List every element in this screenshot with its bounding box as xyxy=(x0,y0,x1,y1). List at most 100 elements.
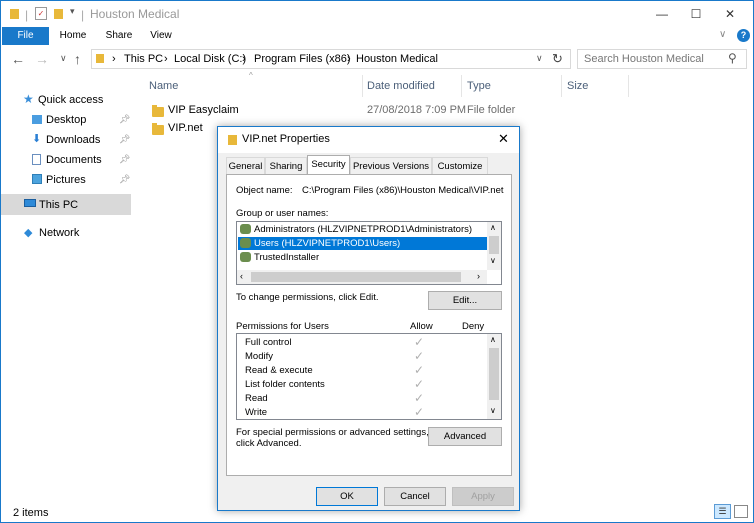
sidebar-item-network[interactable]: ◆ Network xyxy=(1,223,131,243)
tab-home[interactable]: Home xyxy=(53,27,93,45)
scroll-left-icon[interactable]: ‹ xyxy=(240,271,243,281)
permission-name: Write xyxy=(245,407,267,418)
ok-button[interactable]: OK xyxy=(316,487,378,506)
tab-customize[interactable]: Customize xyxy=(432,157,488,175)
column-name[interactable]: Name xyxy=(149,80,178,92)
tab-view[interactable]: View xyxy=(143,27,179,45)
details-view-icon[interactable]: ☰ xyxy=(714,504,731,519)
tab-sharing[interactable]: Sharing xyxy=(265,157,307,175)
quick-access-dropdown-icon[interactable]: ▾ xyxy=(70,6,75,17)
column-divider[interactable] xyxy=(628,75,629,97)
column-date-modified[interactable]: Date modified xyxy=(367,80,435,92)
scroll-thumb[interactable] xyxy=(489,348,499,400)
dialog-close-button[interactable]: ✕ xyxy=(498,131,509,147)
column-divider[interactable] xyxy=(461,75,462,97)
new-folder-icon[interactable] xyxy=(54,9,63,19)
folder-icon xyxy=(228,135,237,145)
column-divider[interactable] xyxy=(362,75,363,97)
crumb-separator[interactable]: › xyxy=(347,53,351,65)
crumb-local-disk[interactable]: Local Disk (C:) xyxy=(174,53,246,65)
properties-dialog: VIP.net Properties ✕ General Sharing Sec… xyxy=(217,126,520,511)
list-item[interactable]: VIP Easyclaim 27/08/2018 7:09 PM File fo… xyxy=(149,102,649,120)
list-horizontal-scrollbar[interactable]: ‹ › xyxy=(237,270,487,284)
tab-previous-versions[interactable]: Previous Versions xyxy=(350,157,432,175)
permissions-scrollbar[interactable]: ∧ ∨ xyxy=(487,334,501,419)
up-icon[interactable]: ↑ xyxy=(74,51,81,67)
separator: | xyxy=(25,8,29,22)
list-vertical-scrollbar[interactable]: ∧ ∨ xyxy=(487,222,501,270)
recent-locations-icon[interactable]: ∨ xyxy=(60,53,67,64)
scroll-up-icon[interactable]: ∧ xyxy=(490,335,496,344)
large-icons-view-icon[interactable] xyxy=(734,505,748,518)
allow-check-icon: ✓ xyxy=(414,377,425,391)
sidebar-item-downloads[interactable]: ⬇ Downloads 📌︎ xyxy=(1,130,131,150)
crumb-separator[interactable]: › xyxy=(242,53,246,65)
help-icon[interactable]: ? xyxy=(737,29,750,42)
crumb-separator[interactable]: › xyxy=(164,53,168,65)
tab-general[interactable]: General xyxy=(226,157,265,175)
group-user-list[interactable]: Administrators (HLZVIPNETPROD1\Administr… xyxy=(236,221,502,285)
pin-icon: 📌︎ xyxy=(119,174,131,184)
special-permissions-text: For special permissions or advanced sett… xyxy=(236,427,429,438)
close-button[interactable]: ✕ xyxy=(707,1,753,27)
expand-ribbon-icon[interactable]: ∨ xyxy=(719,29,726,40)
sidebar-item-quick-access[interactable]: ★ Quick access xyxy=(1,90,131,110)
properties-icon[interactable]: ✓ xyxy=(35,7,47,20)
column-type[interactable]: Type xyxy=(467,80,491,92)
users-icon xyxy=(240,252,251,262)
forward-icon[interactable]: → xyxy=(35,51,49,67)
edit-button[interactable]: Edit... xyxy=(428,291,502,310)
sidebar-item-label: Desktop xyxy=(46,114,87,126)
list-item[interactable]: TrustedInstaller xyxy=(238,251,487,264)
title-bar: | ✓ ▾ | Houston Medical — ☐ ✕ xyxy=(1,1,753,27)
column-size[interactable]: Size xyxy=(567,80,588,92)
permissions-header: Permissions for Users xyxy=(236,321,329,332)
sidebar-item-desktop[interactable]: Desktop 📌︎ xyxy=(1,110,131,130)
scroll-thumb[interactable] xyxy=(489,236,499,254)
permission-name: Full control xyxy=(245,337,292,348)
tab-security[interactable]: Security xyxy=(307,155,350,176)
pin-icon: 📌︎ xyxy=(119,114,131,124)
sidebar-item-label: Quick access xyxy=(38,94,104,106)
crumb-separator[interactable]: › xyxy=(112,53,116,65)
sort-indicator-icon: ^ xyxy=(249,71,253,80)
scroll-up-icon[interactable]: ∧ xyxy=(490,223,496,232)
search-input[interactable]: Search Houston Medical xyxy=(584,53,704,65)
tab-file[interactable]: File xyxy=(2,27,49,45)
group-name: TrustedInstaller xyxy=(254,252,320,263)
allow-check-icon: ✓ xyxy=(414,349,425,363)
pin-icon: 📌︎ xyxy=(119,154,131,164)
list-item[interactable]: Administrators (HLZVIPNETPROD1\Administr… xyxy=(238,223,487,236)
advanced-button[interactable]: Advanced xyxy=(428,427,502,446)
window-title: Houston Medical xyxy=(90,7,180,21)
crumb-program-files[interactable]: Program Files (x86) xyxy=(254,53,351,65)
crumb-houston-medical[interactable]: Houston Medical xyxy=(356,53,438,65)
search-box[interactable]: Search Houston Medical ⚲ xyxy=(577,49,747,69)
tab-share[interactable]: Share xyxy=(99,27,139,45)
scroll-down-icon[interactable]: ∨ xyxy=(490,256,496,265)
sidebar-item-documents[interactable]: Documents 📌︎ xyxy=(1,150,131,170)
file-name: VIP.net xyxy=(168,122,203,134)
address-dropdown-icon[interactable]: ∨ xyxy=(536,53,543,64)
folder-icon xyxy=(152,123,164,135)
pin-icon: 📌︎ xyxy=(119,134,131,144)
allow-check-icon: ✓ xyxy=(414,363,425,377)
list-item[interactable]: Users (HLZVIPNETPROD1\Users) xyxy=(238,237,487,250)
navigation-bar: ← → ∨ ↑ › This PC › Local Disk (C:) › Pr… xyxy=(1,47,753,73)
refresh-icon[interactable]: ↻ xyxy=(552,51,563,67)
allow-check-icon: ✓ xyxy=(414,391,425,405)
address-bar[interactable]: › This PC › Local Disk (C:) › Program Fi… xyxy=(91,49,571,69)
desktop-folder-icon xyxy=(32,115,42,124)
sidebar-item-this-pc[interactable]: This PC xyxy=(1,194,131,215)
scroll-right-icon[interactable]: › xyxy=(477,271,480,281)
sidebar-item-pictures[interactable]: Pictures 📌︎ xyxy=(1,170,131,190)
scroll-down-icon[interactable]: ∨ xyxy=(490,406,496,415)
crumb-this-pc[interactable]: This PC xyxy=(124,53,163,65)
cancel-button[interactable]: Cancel xyxy=(384,487,446,506)
apply-button[interactable]: Apply xyxy=(452,487,514,506)
search-icon[interactable]: ⚲ xyxy=(728,51,737,65)
back-icon[interactable]: ← xyxy=(11,51,25,67)
column-divider[interactable] xyxy=(561,75,562,97)
sidebar-item-label: This PC xyxy=(39,199,79,211)
scroll-thumb[interactable] xyxy=(251,272,461,282)
